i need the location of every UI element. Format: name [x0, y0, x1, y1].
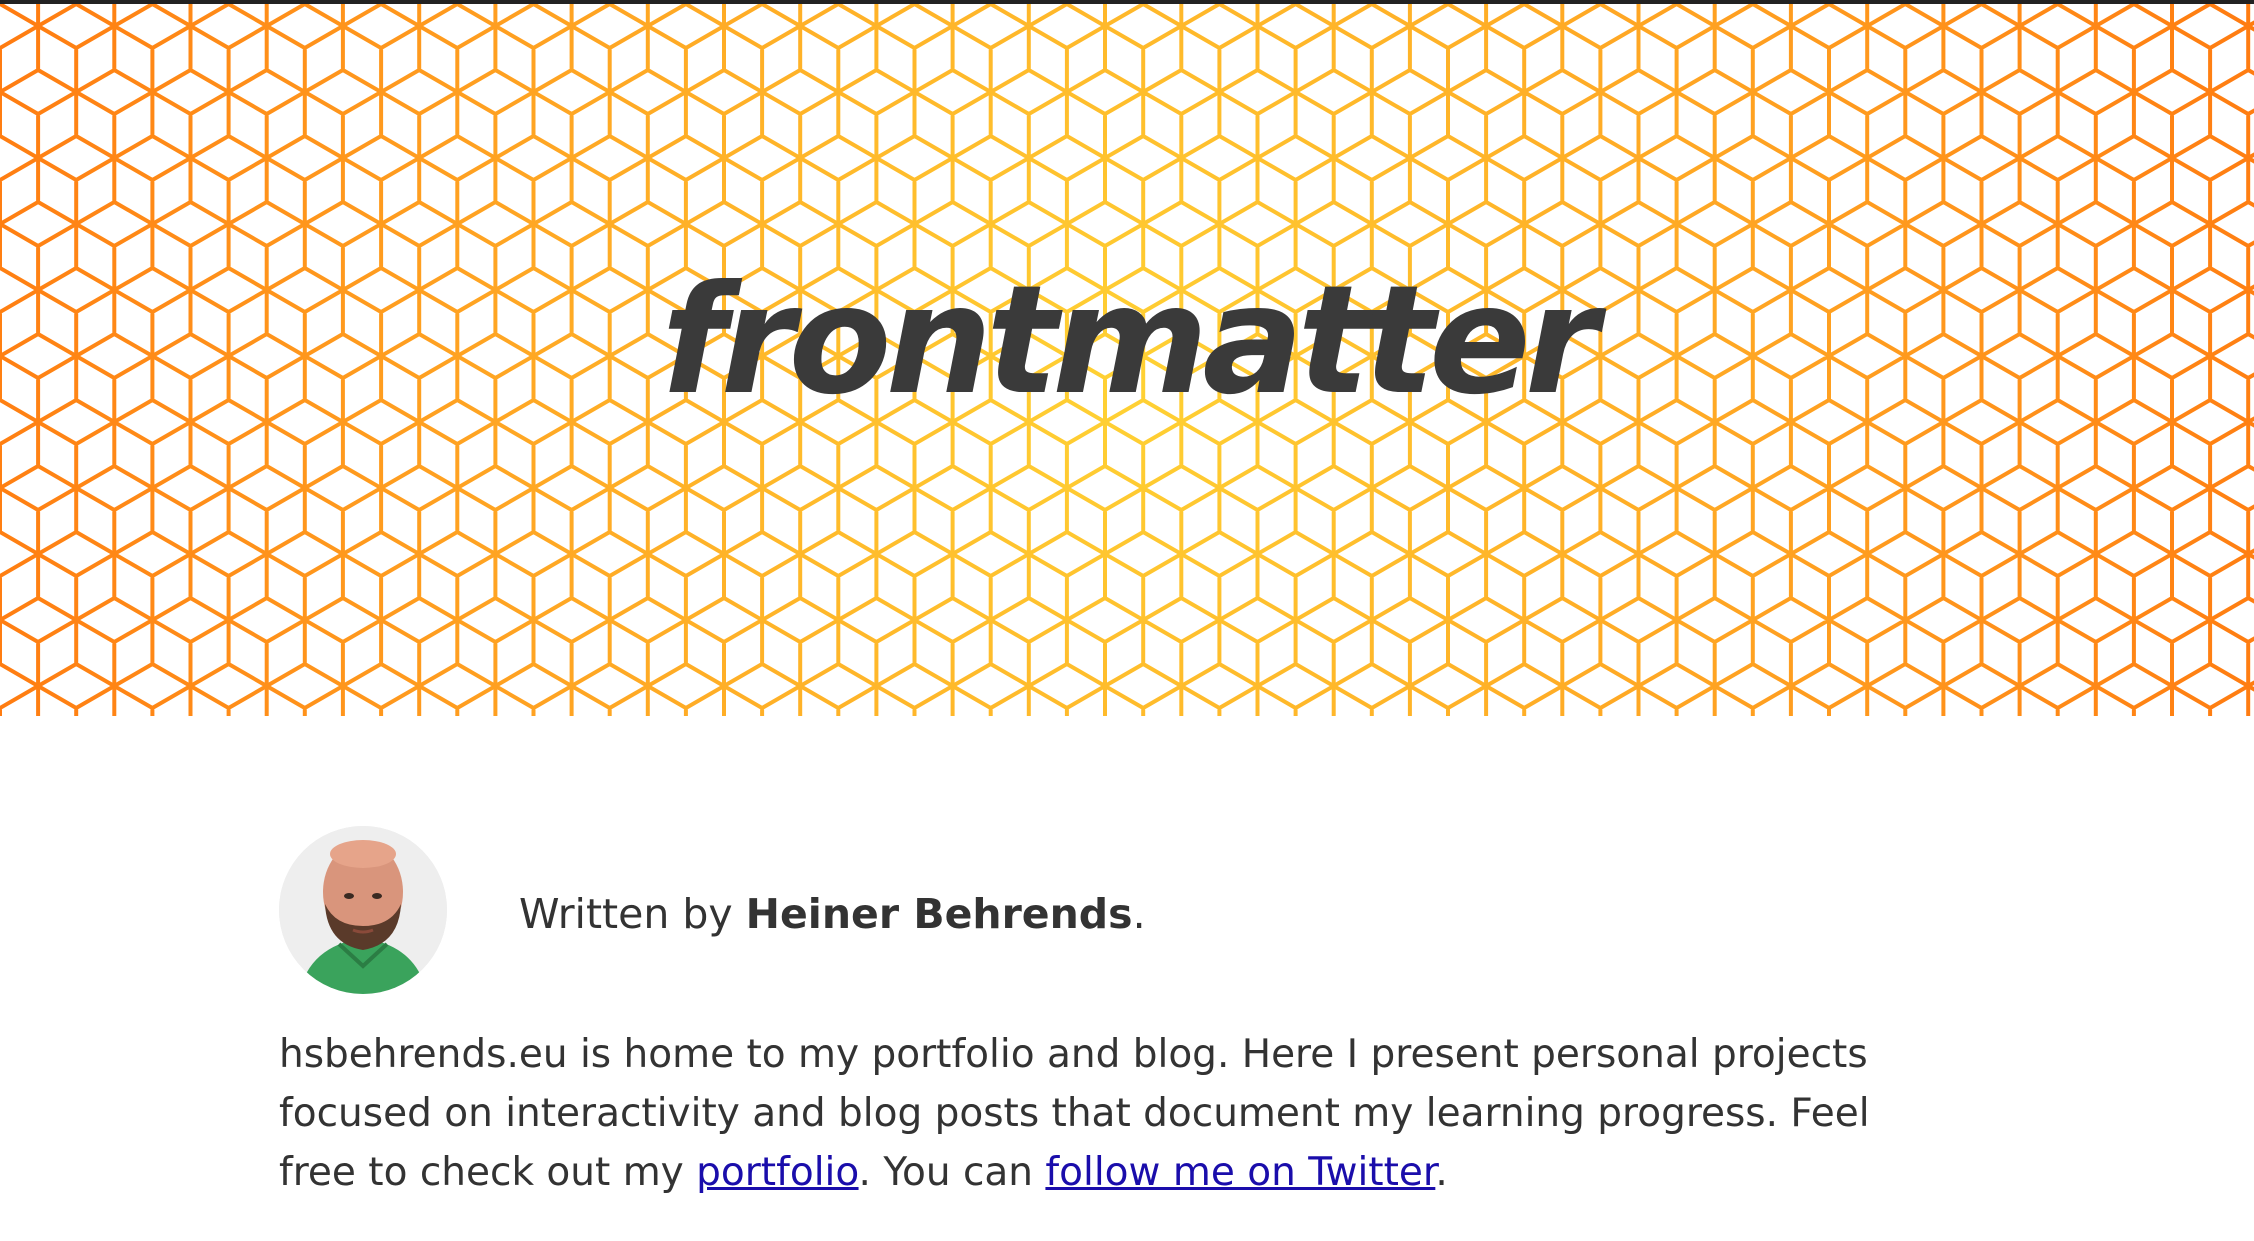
author-name: Heiner Behrends — [745, 890, 1133, 938]
hero-banner: frontmatter — [0, 0, 2254, 716]
byline-suffix: . — [1132, 890, 1146, 938]
author-photo — [279, 826, 447, 994]
author-avatar — [279, 826, 447, 994]
byline: Written by Heiner Behrends. — [519, 890, 1146, 938]
portfolio-link[interactable]: portfolio — [696, 1150, 858, 1195]
intro-paragraph: hsbehrends.eu is home to my portfolio an… — [279, 1025, 1879, 1202]
main-content: Written by Heiner Behrends. hsbehrends.e… — [279, 825, 1879, 1241]
author-row: Written by Heiner Behrends. — [279, 825, 1879, 995]
intro-text-2: . You can — [858, 1150, 1046, 1195]
twitter-link[interactable]: follow me on Twitter — [1045, 1150, 1435, 1195]
byline-prefix: Written by — [519, 890, 746, 938]
intro-text-3: . — [1435, 1150, 1448, 1195]
site-title[interactable]: frontmatter — [0, 266, 2254, 416]
